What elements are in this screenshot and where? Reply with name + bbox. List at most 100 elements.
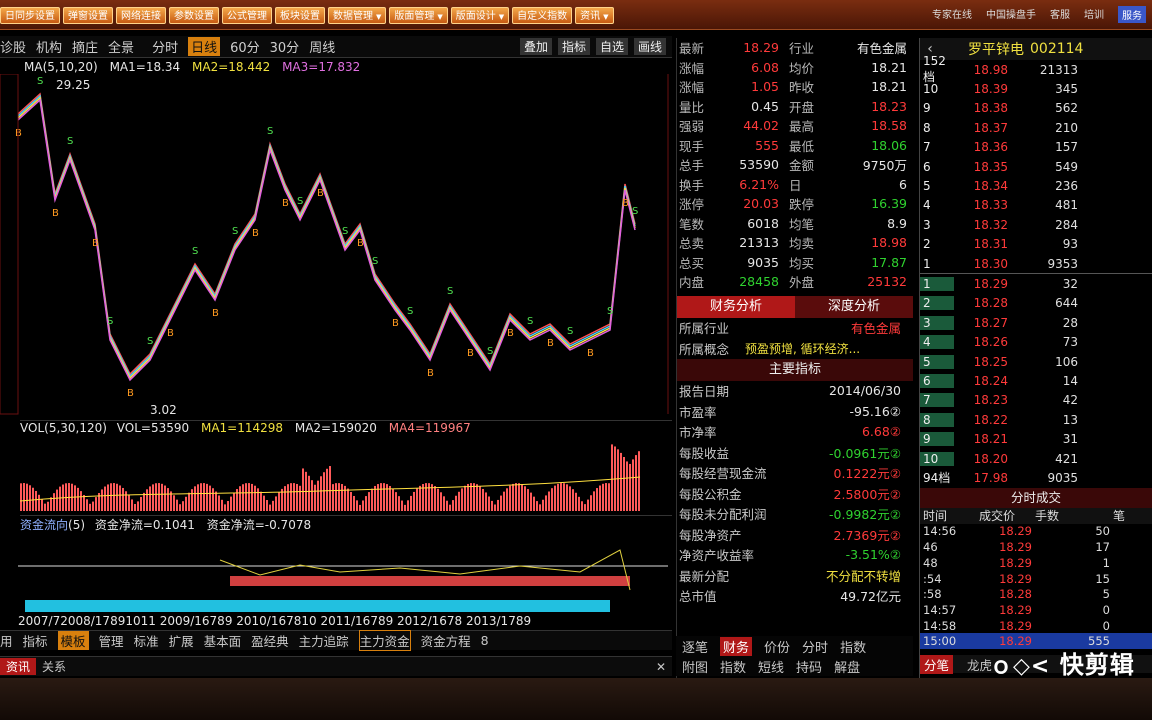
- quote-label: 总卖: [679, 236, 705, 252]
- book-row[interactable]: 4 18.26 73: [920, 332, 1152, 351]
- volume-bar: [524, 486, 526, 511]
- fin-value: -95.16②: [849, 403, 901, 419]
- quote-label: 总买: [679, 255, 705, 271]
- book-row[interactable]: 9 18.38 562: [920, 99, 1152, 118]
- top-link-3[interactable]: 培训: [1084, 6, 1104, 23]
- info-bottom-tab-6[interactable]: 指数: [720, 657, 746, 676]
- quote-row: 笔数 6018 均笔 8.9: [679, 214, 911, 234]
- indicator-tab-7[interactable]: 盈经典: [251, 631, 289, 650]
- news-tab[interactable]: 资讯: [0, 658, 37, 675]
- book-row[interactable]: 10 18.20 421: [920, 449, 1152, 468]
- chart-tool-3[interactable]: 全景: [108, 37, 134, 56]
- indicator-tab-8[interactable]: 主力追踪: [299, 631, 349, 650]
- chart-action-2[interactable]: 自选: [595, 38, 628, 55]
- top-link-1[interactable]: 中国操盘手: [986, 6, 1036, 23]
- book-row[interactable]: 2 18.28 644: [920, 294, 1152, 313]
- period-tab-1[interactable]: 日线: [188, 37, 221, 56]
- indicator-tab-2[interactable]: 模板: [57, 631, 89, 650]
- chart-tool-0[interactable]: 诊股: [0, 37, 26, 56]
- info-bottom-tab-3[interactable]: 分时: [802, 637, 828, 656]
- book-row[interactable]: 10 18.39 345: [920, 79, 1152, 98]
- info-tab-0[interactable]: 财务分析: [677, 295, 795, 318]
- book-row[interactable]: 6 18.24 14: [920, 371, 1152, 390]
- quote-label: 均买: [789, 255, 815, 271]
- menu-button-2[interactable]: 网络连接: [116, 7, 166, 24]
- menu-button-3[interactable]: 参数设置: [169, 7, 219, 24]
- sell-marker: S: [567, 326, 573, 337]
- book-row[interactable]: 1 18.29 32: [920, 274, 1152, 293]
- book-row[interactable]: 8 18.22 13: [920, 410, 1152, 429]
- menu-button-10[interactable]: 资讯 ▼: [575, 7, 614, 24]
- indicator-tab-4[interactable]: 标准: [134, 631, 159, 650]
- book-row[interactable]: 2 18.31 93: [920, 235, 1152, 254]
- volume-bar: [581, 501, 583, 511]
- chart-action-3[interactable]: 画线: [633, 38, 666, 55]
- chart-action-1[interactable]: 指标: [557, 38, 590, 55]
- info-bottom-tab-4[interactable]: 指数: [840, 637, 866, 656]
- chart-tool-1[interactable]: 机构: [36, 37, 62, 56]
- info-tab-1[interactable]: 深度分析: [795, 296, 913, 318]
- info-bottom-tab-5[interactable]: 附图: [682, 657, 708, 676]
- chart-tool-2[interactable]: 摘庄: [72, 37, 98, 56]
- menu-button-4[interactable]: 公式管理: [222, 7, 272, 24]
- concept-value[interactable]: 预盈预增, 循环经济...: [745, 340, 911, 357]
- fund-flow-chart[interactable]: [0, 530, 672, 614]
- price-chart[interactable]: BSBSBSBSBSBS BSB SBSBSBSBSB SBSBSBSBS: [0, 74, 672, 420]
- book-row[interactable]: 9 18.21 31: [920, 429, 1152, 448]
- volume-chart[interactable]: [0, 437, 672, 515]
- buy-marker: B: [507, 328, 514, 339]
- close-icon[interactable]: ✕: [656, 660, 672, 674]
- indicator-tab-6[interactable]: 基本面: [204, 631, 242, 650]
- indicator-tab-0[interactable]: 用: [0, 631, 13, 650]
- menu-button-0[interactable]: 日同步设置: [0, 7, 60, 24]
- book-row[interactable]: 5 18.25 106: [920, 352, 1152, 371]
- info-bottom-tab-2[interactable]: 价份: [764, 637, 790, 656]
- top-link-0[interactable]: 专家在线: [932, 6, 972, 23]
- indicator-tab-10[interactable]: 资金方程: [421, 631, 471, 650]
- info-bottom-tabs: 逐笔 财务 价份 分时 指数 附图 指数 短线 持码 解盘: [676, 636, 913, 676]
- menu-button-7[interactable]: 版面管理 ▼: [389, 7, 448, 24]
- book-row[interactable]: 4 18.33 481: [920, 196, 1152, 215]
- industry-value[interactable]: 有色金属: [779, 318, 911, 337]
- book-row[interactable]: 7 18.23 42: [920, 391, 1152, 410]
- info-bottom-tab-7[interactable]: 短线: [758, 657, 784, 676]
- period-tab-2[interactable]: 60分: [230, 37, 260, 56]
- menu-button-9[interactable]: 自定义指数: [512, 7, 573, 24]
- book-row[interactable]: 8 18.37 210: [920, 118, 1152, 137]
- volume-bar: [449, 504, 451, 511]
- menu-button-5[interactable]: 板块设置: [275, 7, 325, 24]
- indicator-tab-9[interactable]: 主力资金: [358, 630, 411, 651]
- info-bottom-tab-9[interactable]: 解盘: [834, 657, 860, 676]
- book-price: 18.33: [973, 198, 1008, 213]
- book-row[interactable]: 1 18.30 9353: [920, 254, 1152, 273]
- book-row[interactable]: 5 18.34 236: [920, 176, 1152, 195]
- book-row[interactable]: 6 18.35 549: [920, 157, 1152, 176]
- trade-row: :54 18.29 15: [920, 571, 1152, 587]
- book-row[interactable]: 7 18.36 157: [920, 138, 1152, 157]
- info-bottom-tab-8[interactable]: 持码: [796, 657, 822, 676]
- period-tab-3[interactable]: 30分: [270, 37, 300, 56]
- indicator-tab-11[interactable]: 8: [481, 633, 489, 648]
- indicator-tab-3[interactable]: 管理: [99, 631, 124, 650]
- top-link-4[interactable]: 服务: [1118, 6, 1146, 23]
- period-tab-4[interactable]: 周线: [309, 37, 335, 56]
- book-bottom-tab-0[interactable]: 分笔: [920, 654, 954, 674]
- news-tag[interactable]: 关系: [42, 658, 66, 675]
- top-link-2[interactable]: 客服: [1050, 6, 1070, 23]
- info-bottom-row: 逐笔 财务 价份 分时 指数: [676, 636, 913, 656]
- info-bottom-tab-0[interactable]: 逐笔: [682, 637, 708, 656]
- menu-button-6[interactable]: 数据管理 ▼: [328, 7, 387, 24]
- period-tab-0[interactable]: 分时: [152, 37, 178, 56]
- volume-bar: [482, 488, 484, 511]
- indicator-tab-1[interactable]: 指标: [23, 631, 48, 650]
- volume-bar: [344, 485, 346, 511]
- menu-button-1[interactable]: 弹窗设置: [63, 7, 113, 24]
- industry-label: 所属行业: [679, 321, 730, 337]
- menu-button-8[interactable]: 版面设计 ▼: [450, 7, 510, 24]
- chevron-down-icon: ▼: [603, 13, 609, 21]
- chart-action-0[interactable]: 叠加: [519, 38, 552, 55]
- book-row[interactable]: 3 18.27 28: [920, 313, 1152, 332]
- info-bottom-tab-1[interactable]: 财务: [720, 636, 753, 656]
- book-row[interactable]: 3 18.32 284: [920, 215, 1152, 234]
- indicator-tab-5[interactable]: 扩展: [169, 631, 194, 650]
